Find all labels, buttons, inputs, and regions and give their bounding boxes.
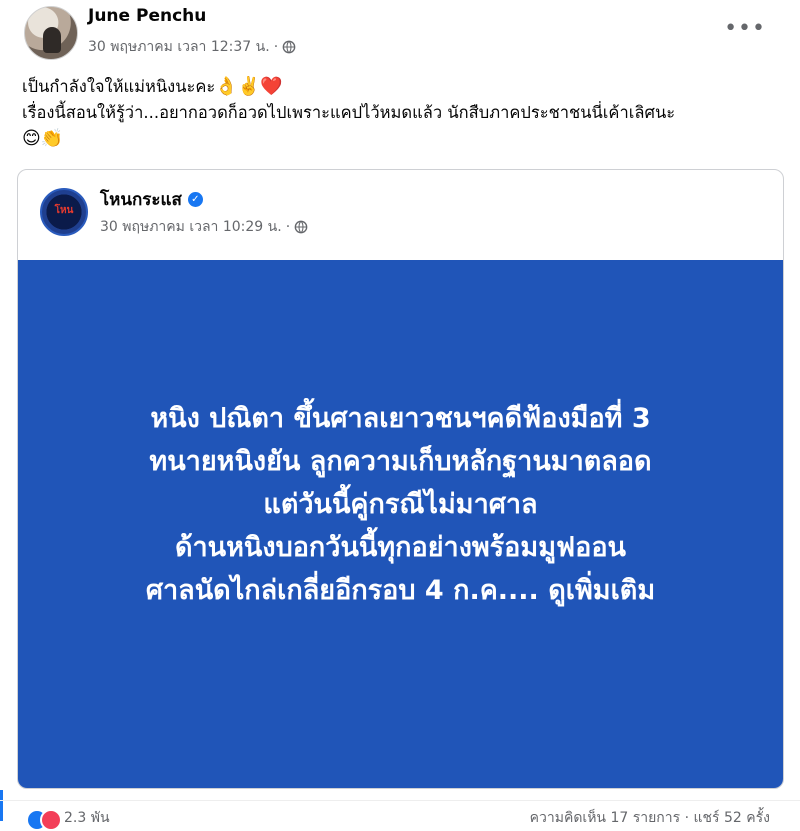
card-line: แต่วันนี้คู่กรณีไม่มาศาล [263, 488, 538, 520]
shared-page-name[interactable]: โหนกระแส [100, 186, 182, 213]
shared-meta: 30 พฤษภาคม เวลา 10:29 น. · [100, 216, 308, 238]
post-text: เป็นกำลังใจให้แม่หนิงนะคะ👌✌️❤️ เรื่องนี้… [22, 74, 782, 152]
page-avatar[interactable]: โหน [40, 188, 88, 236]
post-meta: 30 พฤษภาคม เวลา 12:37 น. · [88, 36, 296, 58]
card-line: ทนายหนิงยัน ลูกความเก็บหลักฐานมาตลอด [149, 445, 652, 477]
card-line: หนิง ปณิตา ขึ้นศาลเยาวชนฯคดีฟ้องมือที่ 3 [150, 402, 651, 434]
meta-separator: · [273, 39, 279, 55]
emoji-group-1: 👌✌️❤️ [215, 76, 283, 97]
love-reaction-icon[interactable] [40, 809, 62, 831]
shared-meta-separator: · [285, 219, 291, 235]
author-avatar[interactable] [24, 6, 78, 60]
globe-icon[interactable] [294, 220, 308, 234]
more-options-icon[interactable]: ••• [724, 16, 766, 41]
card-text: หนิง ปณิตา ขึ้นศาลเยาวชนฯคดีฟ้องมือที่ 3… [146, 397, 655, 612]
card-line-see-more[interactable]: ศาลนัดไกล่เกลี่ยอีกรอบ 4 ก.ค.... ดูเพิ่ม… [146, 569, 655, 612]
card-line: ด้านหนิงบอกวันนี้ทุกอย่างพร้อมมูฟออน [174, 531, 626, 563]
shared-post[interactable]: โหน โหนกระแส ✓ 30 พฤษภาคม เวลา 10:29 น. … [17, 169, 784, 789]
verified-badge-icon: ✓ [187, 192, 203, 207]
shared-page-name-row: โหนกระแส ✓ [100, 186, 203, 213]
facebook-post: June Penchu 30 พฤษภาคม เวลา 12:37 น. · •… [0, 0, 800, 831]
post-timestamp[interactable]: 30 พฤษภาคม เวลา 12:37 น. [88, 36, 270, 58]
comments-shares-count[interactable]: ความคิดเห็น 17 รายการ · แชร์ 52 ครั้ง [530, 807, 770, 829]
reaction-bar: 2.3 พัน ความคิดเห็น 17 รายการ · แชร์ 52 … [0, 800, 800, 831]
shared-timestamp[interactable]: 30 พฤษภาคม เวลา 10:29 น. [100, 216, 282, 238]
post-text-line-2: เรื่องนี้สอนให้รู้ว่า...อยากอวดก็อวดไปเพ… [22, 103, 676, 122]
reaction-count[interactable]: 2.3 พัน [64, 807, 110, 829]
emoji-group-2: 😊👏 [22, 128, 64, 149]
post-text-line-1: เป็นกำลังใจให้แม่หนิงนะคะ👌✌️❤️ [22, 76, 283, 97]
author-name[interactable]: June Penchu [88, 6, 206, 26]
globe-icon[interactable] [282, 40, 296, 54]
text-card[interactable]: หนิง ปณิตา ขึ้นศาลเยาวชนฯคดีฟ้องมือที่ 3… [18, 260, 783, 788]
